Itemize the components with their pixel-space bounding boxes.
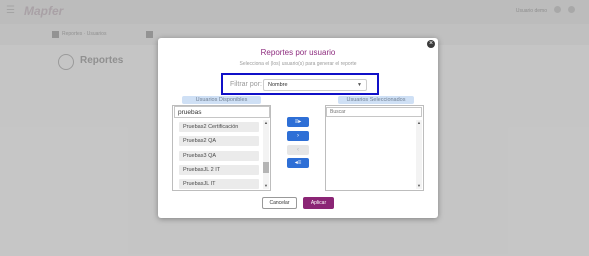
filter-section: Filtrar por: Nombre ▼ [221, 73, 379, 95]
scroll-up-icon[interactable]: ▲ [263, 120, 269, 125]
apply-button[interactable]: Aplicar [303, 197, 334, 209]
scroll-down-icon[interactable]: ▼ [416, 183, 422, 188]
selected-users-list [325, 105, 424, 191]
filter-label: Filtrar por: [230, 81, 262, 88]
list-item[interactable]: Pruebas2 QA [179, 136, 259, 146]
selected-search-input[interactable] [326, 107, 422, 117]
modal-subtitle: Selecciona el (los) usuario(s) para gene… [239, 61, 357, 67]
available-users-header: Usuarios Disponibles [182, 96, 261, 104]
available-search-input[interactable] [174, 106, 270, 118]
move-all-left-button[interactable]: ◂≡ [287, 158, 309, 168]
reports-by-user-modal: × Reportes por usuario Selecciona el (lo… [158, 38, 438, 218]
modal-title: Reportes por usuario [260, 48, 336, 57]
list-item[interactable]: PruebasJL IT [179, 179, 259, 189]
available-list-scrollbar[interactable]: ▲ ▼ [263, 120, 269, 189]
cancel-button[interactable]: Cancelar [262, 197, 297, 209]
chevron-down-icon: ▼ [357, 82, 362, 88]
close-icon[interactable]: × [427, 40, 435, 48]
selected-users-header: Usuarios Seleccionados [338, 96, 414, 104]
list-item[interactable]: Pruebas2 Certificación [179, 122, 259, 132]
move-all-right-button[interactable]: ≡▸ [287, 117, 309, 127]
filter-select[interactable]: Nombre ▼ [263, 79, 367, 91]
selected-list-scrollbar[interactable]: ▲ ▼ [416, 120, 422, 189]
filter-select-value: Nombre [268, 82, 288, 88]
scroll-up-icon[interactable]: ▲ [416, 120, 422, 125]
move-right-button[interactable]: › [287, 131, 309, 141]
scroll-down-icon[interactable]: ▼ [263, 183, 269, 188]
list-item[interactable]: PruebasJL 2 IT [179, 165, 259, 175]
move-left-button[interactable]: ‹ [287, 145, 309, 155]
scroll-thumb[interactable] [263, 162, 269, 173]
list-item[interactable]: Pruebas3 QA [179, 151, 259, 161]
